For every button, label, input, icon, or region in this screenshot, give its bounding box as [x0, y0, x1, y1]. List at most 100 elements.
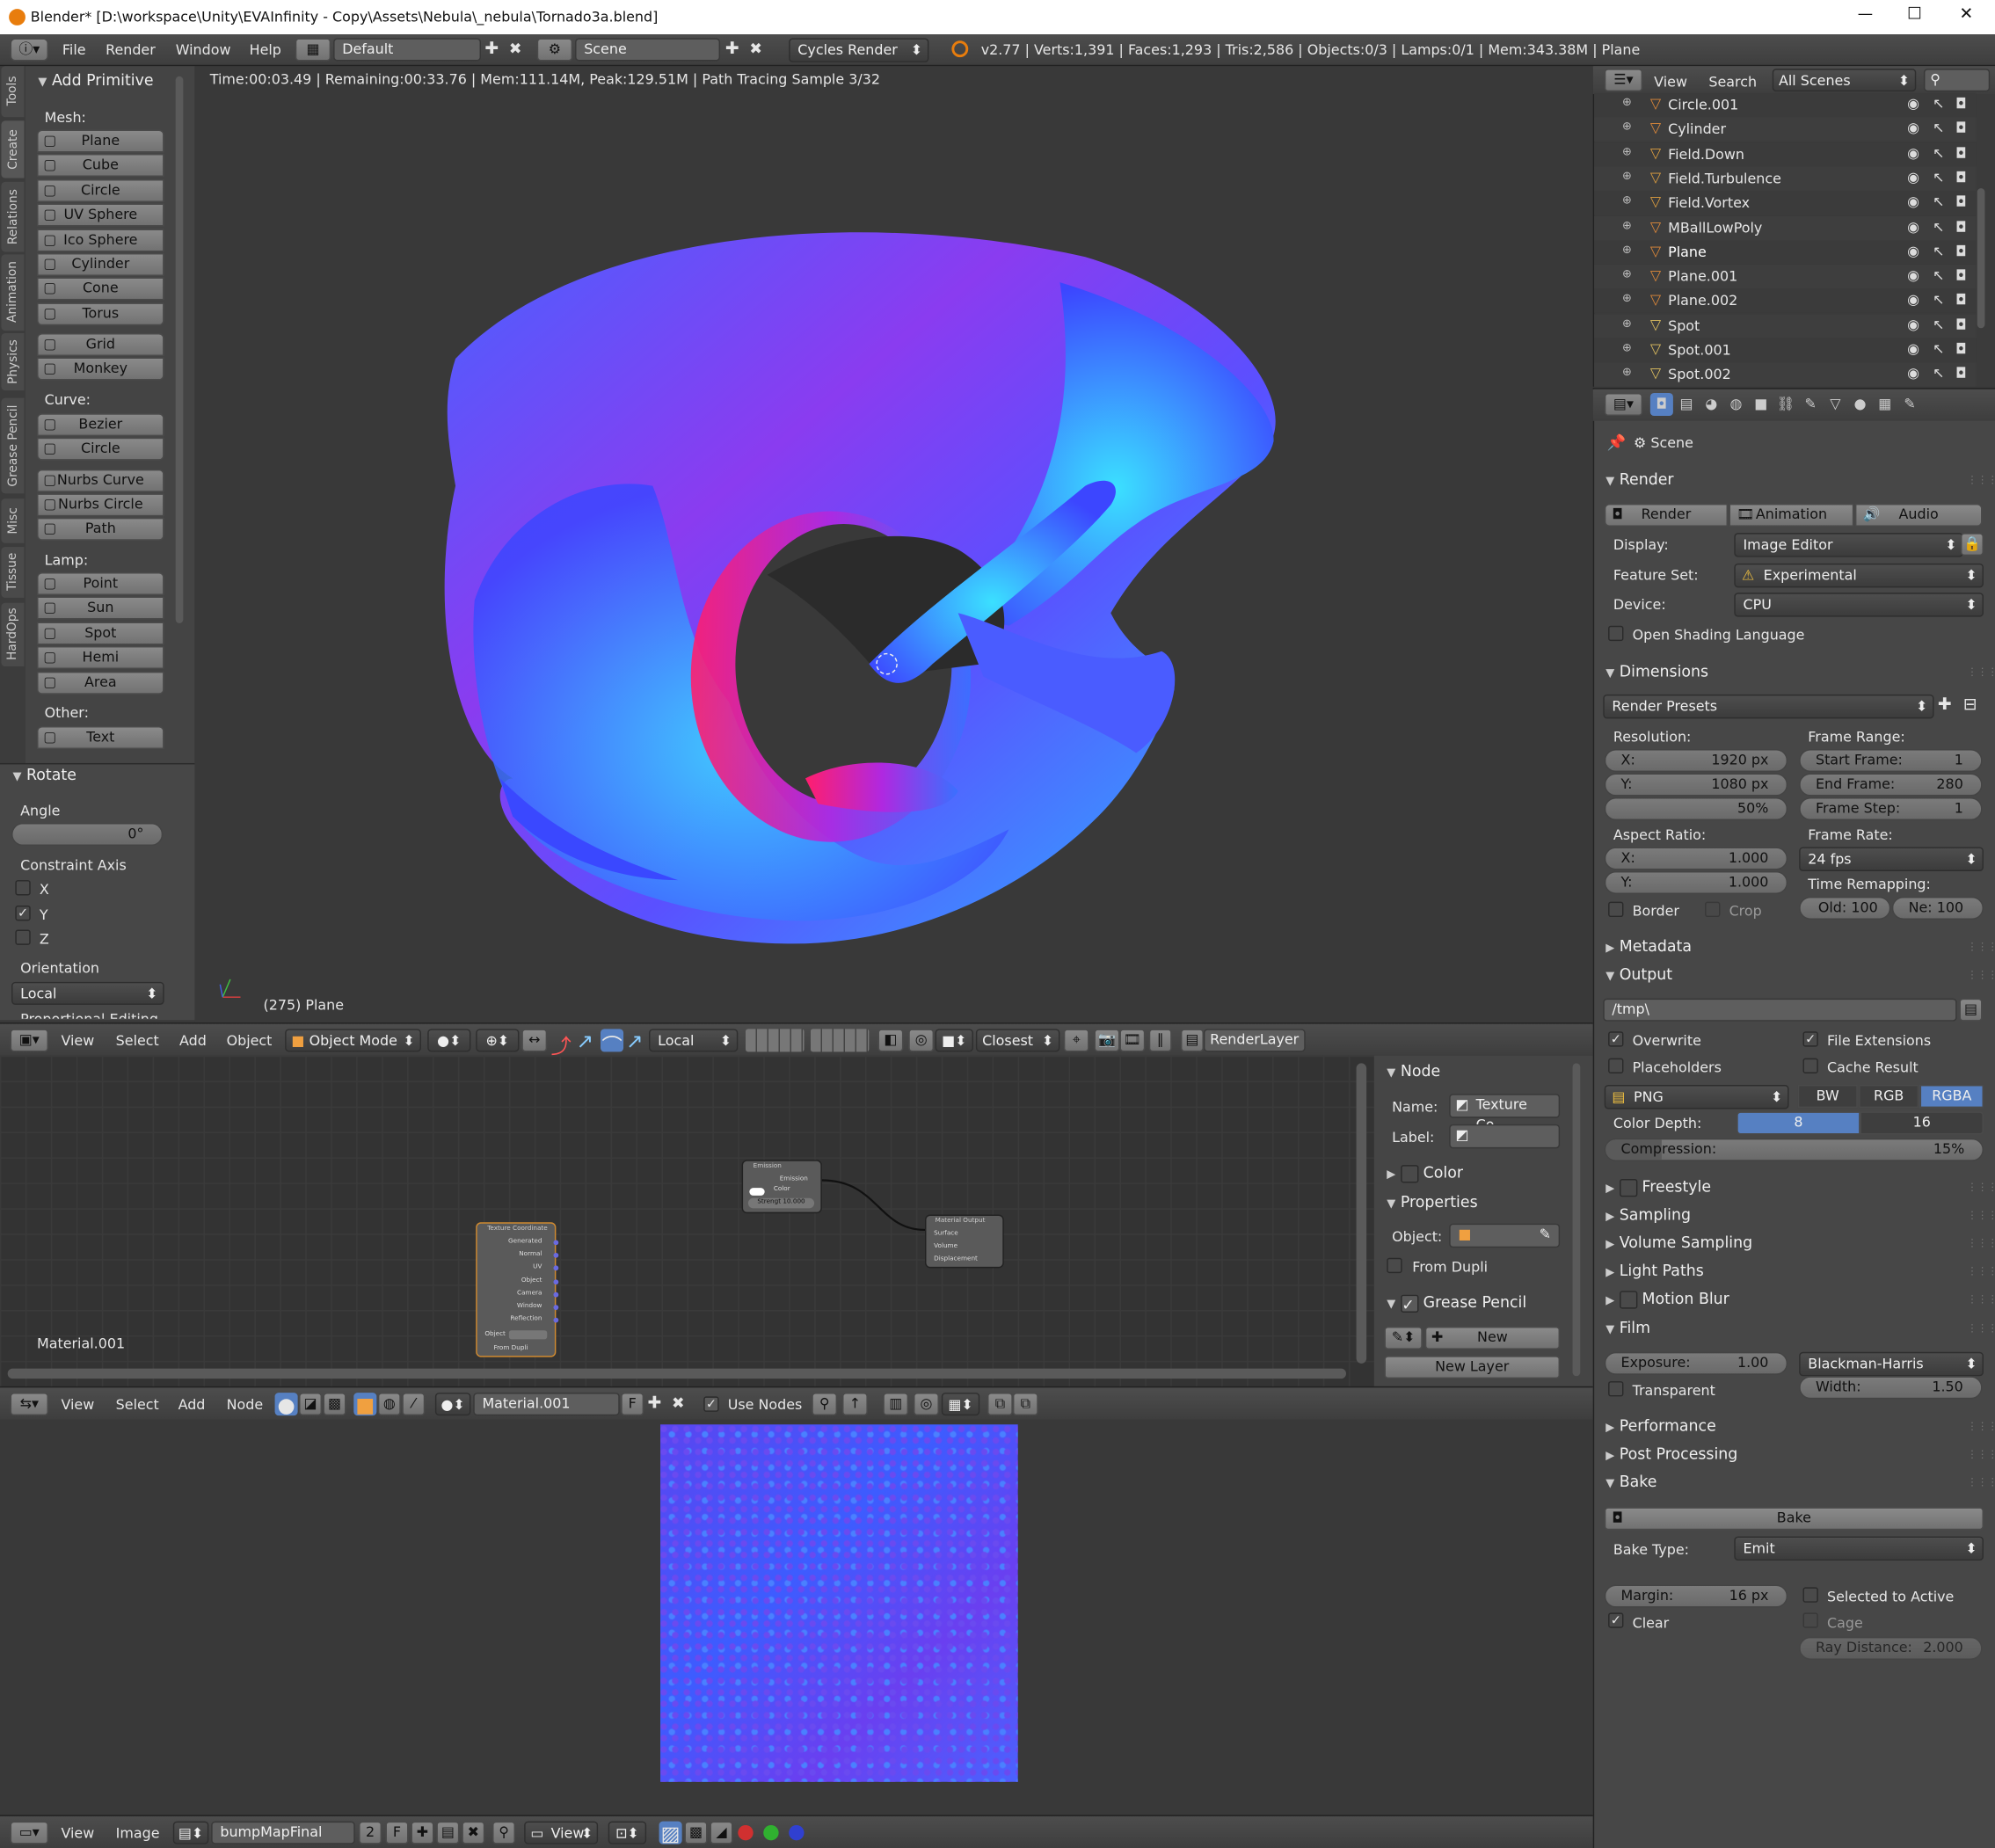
lamp-button-hemi[interactable]: ▢ Hemi [36, 646, 164, 670]
image-unlink-icon[interactable]: ✖ [462, 1821, 485, 1844]
selectable-cursor-icon[interactable]: ↖ [1933, 243, 1944, 259]
shading-select[interactable]: ●⬍ [427, 1029, 471, 1052]
file-format-select[interactable]: ▤ PNG ⬍ [1604, 1085, 1789, 1110]
expand-icon[interactable]: ⊕ [1622, 146, 1632, 158]
display-alpha-icon[interactable]: ▩ [684, 1821, 708, 1844]
selectable-cursor-icon[interactable]: ↖ [1933, 218, 1944, 235]
add-scene-icon[interactable]: ✚ [725, 40, 739, 59]
minimize-button[interactable]: — [1858, 5, 1873, 23]
feature-set-select[interactable]: ⚠ Experimental ⬍ [1734, 563, 1984, 588]
node-menu-select[interactable]: Select [116, 1396, 159, 1413]
start-frame-field[interactable]: Start Frame: 1 [1799, 749, 1983, 773]
image-name-field[interactable]: bumpMapFinal [211, 1821, 355, 1844]
visibility-eye-icon[interactable]: ◉ [1907, 267, 1919, 284]
scene-icon[interactable]: ⚙ [536, 38, 573, 62]
bake-type-select[interactable]: Emit ⬍ [1734, 1536, 1984, 1561]
color-mode-rgb-button[interactable]: RGB [1859, 1085, 1919, 1109]
expand-icon[interactable]: ⊕ [1622, 220, 1632, 232]
image-menu-image[interactable]: Image [116, 1825, 160, 1842]
browse-folder-icon[interactable]: ▤ [1959, 998, 1983, 1022]
outliner-row[interactable]: ⊕ ▽ Plane.001 ◉ ↖ ◘ [1594, 265, 1977, 289]
angle-field[interactable]: 0° [11, 822, 164, 847]
image-menu-view[interactable]: View [61, 1825, 94, 1842]
new-layer-button[interactable]: New Layer [1384, 1356, 1561, 1379]
renderlayer-field[interactable]: RenderLayer [1203, 1029, 1306, 1052]
renderable-camera-icon[interactable]: ◘ [1955, 218, 1967, 235]
selectable-cursor-icon[interactable]: ↖ [1933, 120, 1944, 136]
node-menu-view[interactable]: View [61, 1396, 94, 1413]
viewport-menu-select[interactable]: Select [116, 1033, 159, 1050]
osl-checkbox[interactable] [1608, 625, 1624, 642]
margin-field[interactable]: Margin: 16 px [1604, 1584, 1788, 1608]
outliner-row[interactable]: ⊕ ▽ Circle.001 ◉ ↖ ◘ [1594, 92, 1977, 118]
color-mode-rgba-button[interactable]: RGBA [1919, 1085, 1984, 1109]
context-tab-icon-1[interactable]: ▤ [1675, 393, 1698, 416]
shader-nodes-icon[interactable]: ● [274, 1393, 298, 1417]
material-output-node[interactable]: Material Output Surface Volume Displacem… [925, 1214, 1004, 1269]
mesh-button-torus[interactable]: ▢ Torus [36, 302, 164, 326]
post-processing-panel-header[interactable]: ▶ Post Processing [1605, 1444, 1737, 1462]
compositing-nodes-icon[interactable]: ▩ [323, 1393, 346, 1416]
expand-icon[interactable]: ⊕ [1622, 342, 1632, 354]
aspect-y-field[interactable]: Y: 1.000 [1604, 870, 1788, 895]
outliner-row[interactable]: ⊕ ▽ Field.Vortex ◉ ↖ ◘ [1594, 191, 1977, 215]
scene-field[interactable]: Scene [575, 38, 721, 62]
add-primitive-header[interactable]: ▼ Add Primitive [38, 71, 153, 89]
selectable-cursor-icon[interactable]: ↖ [1933, 169, 1944, 186]
outliner-display-select[interactable]: All Scenes ⬍ [1772, 69, 1917, 92]
channel-blue-icon[interactable] [789, 1824, 805, 1841]
scale-manipulator-icon[interactable]: ↗ [626, 1029, 649, 1052]
render-tab-button[interactable]: ◘ Render [1604, 503, 1729, 527]
lamp-button-area[interactable]: ▢ Area [36, 671, 164, 695]
add-preset-icon[interactable]: ✚ [1938, 695, 1952, 715]
display-select[interactable]: Image Editor ⬍ [1734, 533, 1963, 557]
node-panel-header[interactable]: ▼ Node [1387, 1062, 1440, 1080]
drag-handle-icon[interactable]: ⋮⋮⋮ [1967, 942, 1995, 953]
object-shader-icon[interactable]: ■ [353, 1393, 377, 1417]
object-field[interactable]: ■ ✎ [1449, 1223, 1561, 1248]
lamp-button-spot[interactable]: ▢ Spot [36, 622, 164, 645]
color-depth-16-button[interactable]: 16 [1860, 1111, 1984, 1135]
outliner-scrollbar[interactable] [1977, 188, 1985, 329]
outliner-row[interactable]: ⊕ ▽ Field.Down ◉ ↖ ◘ [1594, 142, 1977, 166]
renderable-camera-icon[interactable]: ◘ [1955, 366, 1967, 382]
renderable-camera-icon[interactable]: ◘ [1955, 316, 1967, 333]
tool-tab-1[interactable]: Create [1, 120, 25, 178]
tool-tab-4[interactable]: Physics [1, 333, 25, 391]
renderable-camera-icon[interactable]: ◘ [1955, 120, 1967, 136]
mesh-button-plane[interactable]: ▢ Plane [36, 129, 164, 153]
node-color-header[interactable]: ▶ Color [1387, 1164, 1463, 1182]
texture-nodes-icon[interactable]: ◪ [299, 1393, 323, 1416]
linestyle-shader-icon[interactable]: ⁄ [402, 1393, 426, 1416]
lock-interface-icon[interactable]: 🔒 [1960, 533, 1984, 557]
expand-icon[interactable]: ⊕ [1622, 195, 1632, 207]
selectable-cursor-icon[interactable]: ↖ [1933, 292, 1944, 309]
rotate-manipulator-icon[interactable]: ↗ [577, 1029, 600, 1052]
node-name-field[interactable]: ◩Texture Co... [1449, 1094, 1561, 1133]
selectable-cursor-icon[interactable]: ↖ [1933, 267, 1944, 284]
texcoord-socket-dot[interactable] [553, 1278, 559, 1284]
expand-icon[interactable]: ⊕ [1622, 293, 1632, 305]
image-open-icon[interactable]: ▤ [436, 1821, 460, 1844]
resolution-percentage-slider[interactable]: 50% [1604, 797, 1788, 821]
lamp-button-point[interactable]: ▢ Point [36, 571, 164, 596]
context-tab-icon-7[interactable]: ▽ [1824, 393, 1846, 416]
outliner-row[interactable]: ⊕ ▽ Plane.002 ◉ ↖ ◘ [1594, 288, 1977, 314]
outliner-search-field[interactable]: ⚲ [1923, 69, 1991, 92]
expand-icon[interactable]: ⊕ [1622, 171, 1632, 183]
motion-blur-panel-header[interactable]: ▶ Motion Blur [1605, 1290, 1729, 1308]
cage-checkbox[interactable] [1802, 1612, 1818, 1628]
context-tab-icon-4[interactable]: ■ [1750, 393, 1773, 416]
snap-align-icon[interactable]: ⌖ [1063, 1029, 1089, 1052]
texcoord-socket-dot[interactable] [553, 1305, 559, 1311]
snap-target-select[interactable]: Closest ⬍ [975, 1029, 1060, 1052]
remap-new-field[interactable]: Ne: 100 [1891, 896, 1984, 920]
drag-handle-icon[interactable]: ⋮⋮⋮ [1967, 1421, 1995, 1432]
drag-handle-icon[interactable]: ⋮⋮⋮ [1967, 1182, 1995, 1193]
node-panel-scrollbar[interactable] [1572, 1063, 1581, 1377]
gp-draw-icon[interactable]: ✎⬍ [1384, 1326, 1423, 1350]
emission-color-swatch[interactable] [749, 1188, 765, 1196]
mode-select[interactable]: ■ Object Mode ⬍ [285, 1029, 421, 1052]
image-pin-icon[interactable]: ⚲ [492, 1821, 516, 1844]
outliner-row[interactable]: ⊕ ▽ MBallLowPoly ◉ ↖ ◘ [1594, 215, 1977, 240]
